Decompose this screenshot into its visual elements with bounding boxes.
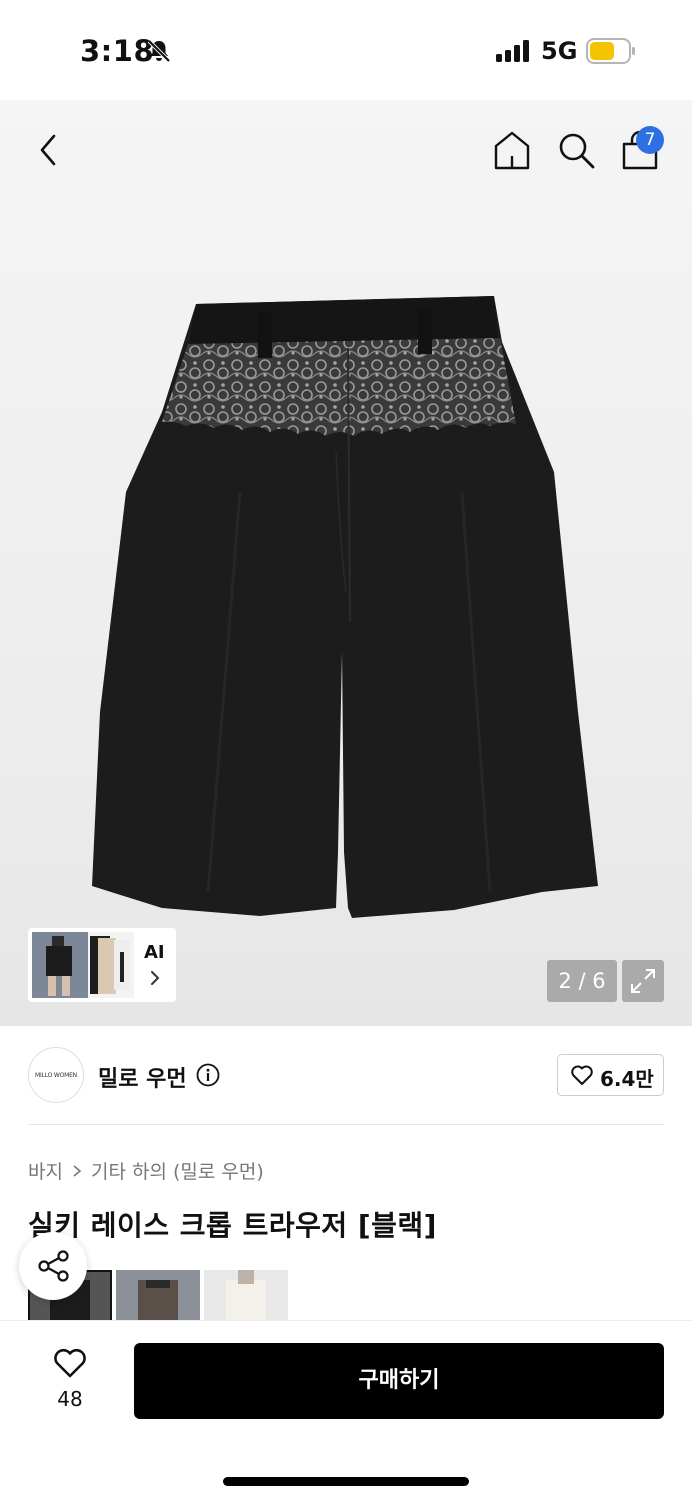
- expand-button[interactable]: [622, 960, 664, 1002]
- wishlist-heart-icon[interactable]: [52, 1347, 88, 1379]
- signal-icon: [496, 40, 529, 62]
- ai-thumbnail-image: [32, 932, 134, 998]
- bell-muted-icon: [147, 39, 171, 63]
- chevron-right-icon: [73, 1164, 82, 1177]
- product-title: 실키 레이스 크롭 트라우저 [블랙]: [28, 1209, 437, 1242]
- share-icon: [38, 1250, 69, 1282]
- page-indicator: 2 / 6: [547, 960, 617, 1002]
- buy-button[interactable]: 구매하기: [134, 1343, 664, 1419]
- product-image: [92, 296, 598, 918]
- color-option-brown[interactable]: [116, 1270, 200, 1320]
- expand-icon: [631, 969, 655, 993]
- cart-count-badge: 7: [636, 126, 664, 154]
- back-icon[interactable]: [32, 130, 68, 170]
- status-time: 3:18: [80, 34, 155, 68]
- brand-logo[interactable]: MILLO WOMEN: [28, 1047, 84, 1103]
- breadcrumb-item-category[interactable]: 바지: [28, 1157, 63, 1184]
- bottom-action-bar: 48 구매하기: [0, 1320, 692, 1500]
- divider: [28, 1124, 664, 1125]
- ai-label: AI: [144, 942, 165, 963]
- brand-name[interactable]: 밀로 우먼: [98, 1061, 187, 1093]
- info-icon[interactable]: [196, 1063, 220, 1087]
- breadcrumb-item-subcategory[interactable]: 기타 하의 (밀로 우먼): [91, 1157, 264, 1184]
- chevron-right-icon: [151, 971, 160, 985]
- battery-icon: [586, 38, 635, 64]
- search-icon[interactable]: [556, 130, 596, 170]
- ai-styling-card[interactable]: AI: [28, 928, 176, 1002]
- heart-icon: [571, 1065, 593, 1085]
- product-gallery[interactable]: 7 AI 2 / 6: [0, 100, 692, 1026]
- breadcrumb: 바지 기타 하의 (밀로 우먼): [28, 1157, 264, 1184]
- color-option-ivory[interactable]: [204, 1270, 288, 1320]
- brand-like-count: 6.4만: [600, 1067, 654, 1091]
- share-button[interactable]: [19, 1232, 87, 1300]
- network-label: 5G: [541, 37, 578, 65]
- home-indicator: [223, 1477, 469, 1486]
- wishlist-count: 48: [57, 1387, 83, 1411]
- status-bar: 3:18 5G: [0, 0, 692, 100]
- brand-like-button[interactable]: 6.4만: [557, 1054, 664, 1096]
- home-icon[interactable]: [492, 128, 532, 172]
